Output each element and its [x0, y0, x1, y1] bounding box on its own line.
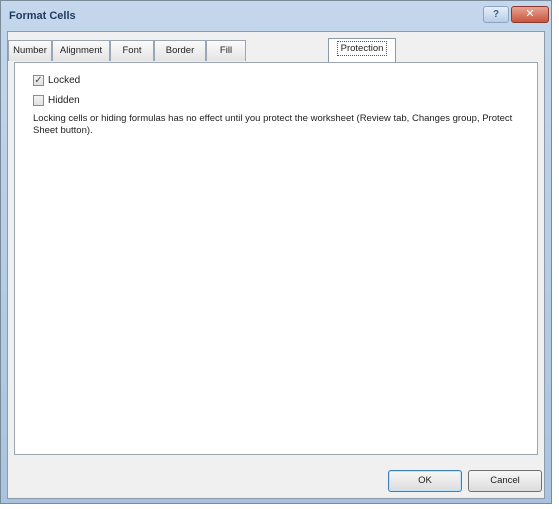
locked-label[interactable]: Locked [48, 75, 80, 86]
protection-note: Locking cells or hiding formulas has no … [33, 113, 513, 136]
tab-font[interactable]: Font [110, 40, 154, 61]
tab-label: Number [13, 45, 47, 56]
tab-border[interactable]: Border [154, 40, 206, 61]
locked-checkbox[interactable]: ✓ [33, 74, 44, 86]
tab-protection[interactable]: Protection [328, 38, 396, 62]
tab-alignment[interactable]: Alignment [52, 40, 110, 61]
tab-label: Fill [219, 45, 233, 56]
protection-panel: ✓ Locked Hidden Locking cells or hiding … [14, 62, 538, 455]
hidden-checkbox-row[interactable]: Hidden [33, 93, 80, 107]
ok-button[interactable]: OK [388, 470, 462, 492]
hidden-label[interactable]: Hidden [48, 95, 80, 106]
hidden-checkbox[interactable] [33, 94, 44, 106]
title-bar[interactable]: Format Cells ? ✕ [1, 1, 551, 35]
tab-fill[interactable]: Fill [206, 40, 246, 61]
tab-label: Border [165, 45, 195, 56]
locked-checkbox-row[interactable]: ✓ Locked [33, 73, 80, 87]
tab-number[interactable]: Number [8, 40, 52, 61]
dialog-title: Format Cells [9, 10, 76, 22]
help-icon[interactable]: ? [483, 6, 509, 23]
close-icon[interactable]: ✕ [511, 6, 549, 23]
tab-label: Alignment [59, 45, 103, 56]
tab-label: Font [122, 45, 142, 56]
cancel-button[interactable]: Cancel [468, 470, 542, 492]
tab-label: Protection [336, 41, 388, 56]
